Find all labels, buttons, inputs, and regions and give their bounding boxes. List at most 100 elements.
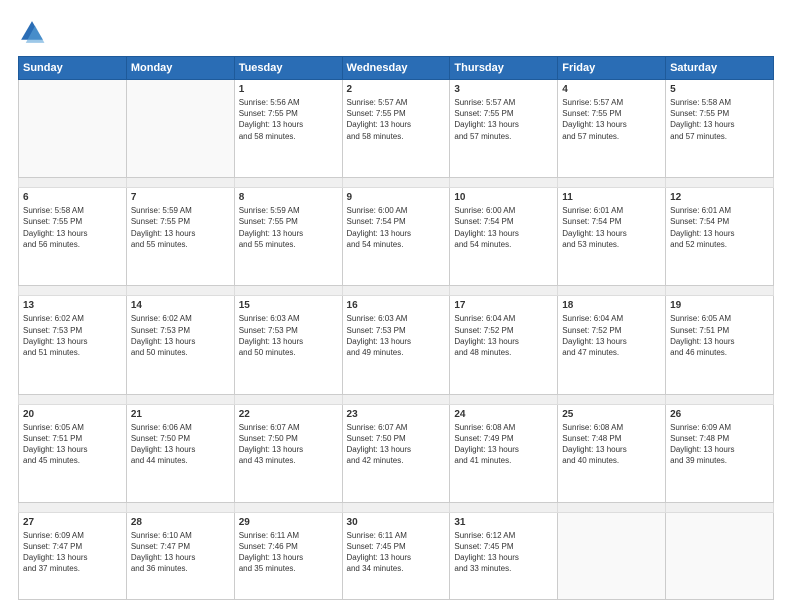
day-info: Sunrise: 5:59 AM Sunset: 7:55 PM Dayligh… bbox=[239, 205, 338, 250]
day-cell: 1Sunrise: 5:56 AM Sunset: 7:55 PM Daylig… bbox=[234, 80, 342, 178]
day-number: 3 bbox=[454, 84, 553, 95]
day-cell: 23Sunrise: 6:07 AM Sunset: 7:50 PM Dayli… bbox=[342, 404, 450, 502]
day-number: 22 bbox=[239, 409, 338, 420]
day-cell: 13Sunrise: 6:02 AM Sunset: 7:53 PM Dayli… bbox=[19, 296, 127, 394]
day-number: 20 bbox=[23, 409, 122, 420]
day-cell: 20 Sunrise: 6:05 AM Sunset: 7:51 PM Dayli… bbox=[19, 404, 127, 502]
day-cell bbox=[19, 80, 127, 178]
weekday-saturday: Saturday bbox=[666, 57, 774, 80]
day-info: Sunrise: 5:57 AM Sunset: 7:55 PM Dayligh… bbox=[454, 97, 553, 142]
day-info: Sunrise: 6:05 AM Sunset: 7:51 PM Dayligh… bbox=[23, 422, 122, 467]
day-cell bbox=[558, 512, 666, 599]
day-info: Sunrise: 6:05 AM Sunset: 7:51 PM Dayligh… bbox=[670, 313, 769, 358]
separator-cell bbox=[342, 178, 450, 188]
day-info: Sunrise: 6:02 AM Sunset: 7:53 PM Dayligh… bbox=[23, 313, 122, 358]
separator-cell bbox=[126, 394, 234, 404]
separator-cell bbox=[126, 178, 234, 188]
day-cell: 27 Sunrise: 6:09 AM Sunset: 7:47 PM Dayli… bbox=[19, 512, 127, 599]
day-info: Sunrise: 6:01 AM Sunset: 7:54 PM Dayligh… bbox=[670, 205, 769, 250]
day-number: 19 bbox=[670, 300, 769, 311]
separator-cell bbox=[558, 178, 666, 188]
day-number: 25 bbox=[562, 409, 661, 420]
day-info: Sunrise: 6:00 AM Sunset: 7:54 PM Dayligh… bbox=[347, 205, 446, 250]
weekday-friday: Friday bbox=[558, 57, 666, 80]
day-number: 1 bbox=[239, 84, 338, 95]
day-info: Sunrise: 6:00 AM Sunset: 7:54 PM Dayligh… bbox=[454, 205, 553, 250]
day-cell: 19 Sunrise: 6:05 AM Sunset: 7:51 PM Dayli… bbox=[666, 296, 774, 394]
day-number: 9 bbox=[347, 192, 446, 203]
separator-cell bbox=[666, 394, 774, 404]
day-number: 14 bbox=[131, 300, 230, 311]
day-info: Sunrise: 5:58 AM Sunset: 7:55 PM Dayligh… bbox=[670, 97, 769, 142]
separator-cell bbox=[558, 502, 666, 512]
header bbox=[18, 18, 774, 46]
day-number: 5 bbox=[670, 84, 769, 95]
day-cell: 11Sunrise: 6:01 AM Sunset: 7:54 PM Dayli… bbox=[558, 188, 666, 286]
day-cell: 17Sunrise: 6:04 AM Sunset: 7:52 PM Dayli… bbox=[450, 296, 558, 394]
day-cell: 18 Sunrise: 6:04 AM Sunset: 7:52 PM Dayli… bbox=[558, 296, 666, 394]
day-cell: 30Sunrise: 6:11 AM Sunset: 7:45 PM Dayli… bbox=[342, 512, 450, 599]
day-cell: 29Sunrise: 6:11 AM Sunset: 7:46 PM Dayli… bbox=[234, 512, 342, 599]
day-cell: 4 Sunrise: 5:57 AM Sunset: 7:55 PM Daylig… bbox=[558, 80, 666, 178]
day-number: 24 bbox=[454, 409, 553, 420]
day-info: Sunrise: 6:01 AM Sunset: 7:54 PM Dayligh… bbox=[562, 205, 661, 250]
separator-cell bbox=[342, 502, 450, 512]
day-cell: 28 Sunrise: 6:10 AM Sunset: 7:47 PM Dayli… bbox=[126, 512, 234, 599]
day-info: Sunrise: 6:03 AM Sunset: 7:53 PM Dayligh… bbox=[347, 313, 446, 358]
separator-cell bbox=[666, 502, 774, 512]
day-number: 27 bbox=[23, 517, 122, 528]
separator-cell bbox=[342, 286, 450, 296]
calendar-table: SundayMondayTuesdayWednesdayThursdayFrid… bbox=[18, 56, 774, 600]
day-info: Sunrise: 5:57 AM Sunset: 7:55 PM Dayligh… bbox=[562, 97, 661, 142]
day-info: Sunrise: 6:10 AM Sunset: 7:47 PM Dayligh… bbox=[131, 530, 230, 575]
day-cell: 24 Sunrise: 6:08 AM Sunset: 7:49 PM Dayli… bbox=[450, 404, 558, 502]
separator-cell bbox=[234, 502, 342, 512]
day-info: Sunrise: 6:07 AM Sunset: 7:50 PM Dayligh… bbox=[239, 422, 338, 467]
day-number: 8 bbox=[239, 192, 338, 203]
day-info: Sunrise: 6:09 AM Sunset: 7:48 PM Dayligh… bbox=[670, 422, 769, 467]
separator-cell bbox=[450, 502, 558, 512]
day-number: 6 bbox=[23, 192, 122, 203]
day-info: Sunrise: 6:04 AM Sunset: 7:52 PM Dayligh… bbox=[562, 313, 661, 358]
day-cell: 16Sunrise: 6:03 AM Sunset: 7:53 PM Dayli… bbox=[342, 296, 450, 394]
day-cell: 9 Sunrise: 6:00 AM Sunset: 7:54 PM Daylig… bbox=[342, 188, 450, 286]
day-info: Sunrise: 6:03 AM Sunset: 7:53 PM Dayligh… bbox=[239, 313, 338, 358]
day-info: Sunrise: 6:09 AM Sunset: 7:47 PM Dayligh… bbox=[23, 530, 122, 575]
day-cell: 22 Sunrise: 6:07 AM Sunset: 7:50 PM Dayli… bbox=[234, 404, 342, 502]
day-cell: 5 Sunrise: 5:58 AM Sunset: 7:55 PM Daylig… bbox=[666, 80, 774, 178]
day-cell: 21Sunrise: 6:06 AM Sunset: 7:50 PM Dayli… bbox=[126, 404, 234, 502]
day-info: Sunrise: 6:08 AM Sunset: 7:49 PM Dayligh… bbox=[454, 422, 553, 467]
day-info: Sunrise: 6:12 AM Sunset: 7:45 PM Dayligh… bbox=[454, 530, 553, 575]
day-info: Sunrise: 6:11 AM Sunset: 7:46 PM Dayligh… bbox=[239, 530, 338, 575]
day-cell: 7 Sunrise: 5:59 AM Sunset: 7:55 PM Daylig… bbox=[126, 188, 234, 286]
logo bbox=[18, 18, 50, 46]
day-number: 7 bbox=[131, 192, 230, 203]
day-info: Sunrise: 5:58 AM Sunset: 7:55 PM Dayligh… bbox=[23, 205, 122, 250]
day-cell: 15 Sunrise: 6:03 AM Sunset: 7:53 PM Dayli… bbox=[234, 296, 342, 394]
row-separator bbox=[19, 394, 774, 404]
day-number: 4 bbox=[562, 84, 661, 95]
separator-cell bbox=[666, 178, 774, 188]
separator-cell bbox=[234, 286, 342, 296]
day-info: Sunrise: 5:59 AM Sunset: 7:55 PM Dayligh… bbox=[131, 205, 230, 250]
separator-cell bbox=[19, 178, 127, 188]
day-number: 18 bbox=[562, 300, 661, 311]
weekday-tuesday: Tuesday bbox=[234, 57, 342, 80]
day-number: 15 bbox=[239, 300, 338, 311]
day-number: 28 bbox=[131, 517, 230, 528]
weekday-wednesday: Wednesday bbox=[342, 57, 450, 80]
separator-cell bbox=[234, 178, 342, 188]
week-row-3: 20 Sunrise: 6:05 AM Sunset: 7:51 PM Dayli… bbox=[19, 404, 774, 502]
page: SundayMondayTuesdayWednesdayThursdayFrid… bbox=[0, 0, 792, 612]
week-row-2: 13Sunrise: 6:02 AM Sunset: 7:53 PM Dayli… bbox=[19, 296, 774, 394]
week-row-0: 1Sunrise: 5:56 AM Sunset: 7:55 PM Daylig… bbox=[19, 80, 774, 178]
separator-cell bbox=[126, 286, 234, 296]
day-cell: 8 Sunrise: 5:59 AM Sunset: 7:55 PM Daylig… bbox=[234, 188, 342, 286]
week-row-1: 6 Sunrise: 5:58 AM Sunset: 7:55 PM Daylig… bbox=[19, 188, 774, 286]
separator-cell bbox=[450, 394, 558, 404]
day-number: 23 bbox=[347, 409, 446, 420]
day-number: 30 bbox=[347, 517, 446, 528]
day-number: 17 bbox=[454, 300, 553, 311]
day-cell: 31Sunrise: 6:12 AM Sunset: 7:45 PM Dayli… bbox=[450, 512, 558, 599]
separator-cell bbox=[558, 286, 666, 296]
